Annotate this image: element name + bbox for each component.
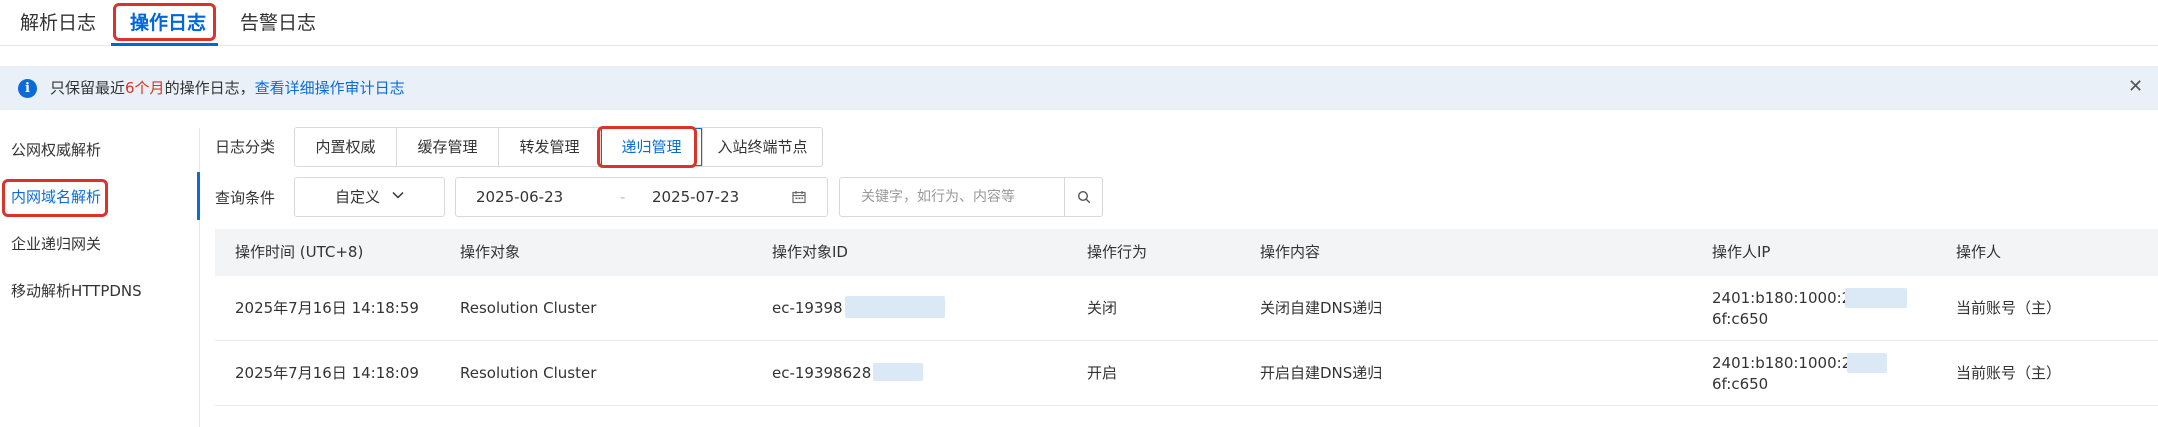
cell-object-id: ec-19398 (772, 299, 843, 317)
column-header: 操作人 (1956, 243, 2002, 261)
highlight-box-category (597, 126, 697, 168)
category-cache-management[interactable]: 缓存管理 (397, 128, 499, 166)
sidebar-active-indicator (197, 172, 200, 220)
search-icon[interactable] (1077, 190, 1091, 204)
cell-time: 2025年7月16日 14:18:59 (235, 299, 419, 317)
table-row: 2025年7月16日 14:18:09 Resolution Cluster e… (215, 341, 2158, 406)
date-range-picker[interactable]: 2025-06-23 - 2025-07-23 (455, 177, 828, 217)
search-box (839, 177, 1103, 217)
column-header: 操作人IP (1712, 243, 1771, 261)
redaction-blur (1847, 353, 1887, 373)
cell-object: Resolution Cluster (460, 299, 597, 317)
tab-alert-log[interactable]: 告警日志 (240, 10, 316, 36)
sidebar: 公网权威解析 内网域名解析 企业递归网关 移动解析HTTPDNS (0, 128, 200, 427)
date-start[interactable]: 2025-06-23 (476, 187, 563, 207)
search-input[interactable] (841, 179, 1063, 215)
redaction-blur (873, 363, 923, 381)
cell-object-id: ec-19398628 (772, 364, 872, 382)
time-range-dropdown[interactable]: 自定义 (294, 177, 445, 217)
search-divider (1064, 178, 1065, 216)
highlight-box-sidebar (2, 179, 108, 217)
log-category-segmented: 内置权威 缓存管理 转发管理 递归管理 入站终端节点 (294, 127, 823, 167)
table-header: 操作时间 (UTC+8) 操作对象 操作对象ID 操作行为 操作内容 操作人IP… (215, 229, 2158, 276)
date-end[interactable]: 2025-07-23 (652, 187, 739, 207)
column-header: 操作内容 (1260, 243, 1321, 261)
log-category-label: 日志分类 (215, 138, 276, 156)
category-forward-management[interactable]: 转发管理 (499, 128, 601, 166)
cell-action: 开启 (1087, 364, 1118, 382)
cell-content: 开启自建DNS递归 (1260, 364, 1383, 382)
notice-highlight: 6个月 (125, 79, 165, 97)
cell-time: 2025年7月16日 14:18:09 (235, 364, 419, 382)
close-icon[interactable]: ✕ (2128, 77, 2143, 97)
sidebar-item-public-authoritative[interactable]: 公网权威解析 (11, 140, 101, 160)
notice-bar: i 只保留最近6个月的操作日志，查看详细操作审计日志 ✕ (0, 66, 2158, 110)
cell-operator: 当前账号（主） (1956, 299, 2062, 317)
sidebar-item-enterprise-gateway[interactable]: 企业递归网关 (11, 234, 101, 254)
redaction-blur (1845, 288, 1907, 308)
cell-operator-ip: 2401:b180:1000:2 6f:c650 (1712, 354, 1852, 393)
column-header: 操作对象 (460, 243, 521, 261)
top-tabs: 解析日志 操作日志 告警日志 (0, 0, 2158, 46)
sidebar-item-httpdns[interactable]: 移动解析HTTPDNS (11, 281, 142, 301)
column-header: 操作对象ID (772, 243, 848, 261)
date-separator: - (620, 188, 626, 206)
redaction-blur (845, 296, 945, 318)
category-inbound-endpoint[interactable]: 入站终端节点 (703, 128, 822, 166)
cell-action: 关闭 (1087, 299, 1118, 317)
notice-text: 只保留最近6个月的操作日志，查看详细操作审计日志 (50, 79, 405, 97)
column-header: 操作时间 (UTC+8) (235, 243, 364, 261)
tab-parse-log[interactable]: 解析日志 (20, 10, 96, 36)
cell-content: 关闭自建DNS递归 (1260, 299, 1383, 317)
chevron-down-icon (392, 191, 404, 199)
cell-object: Resolution Cluster (460, 364, 597, 382)
calendar-icon (792, 191, 806, 204)
category-builtin-authoritative[interactable]: 内置权威 (295, 128, 397, 166)
query-condition-label: 查询条件 (215, 189, 276, 207)
dropdown-value: 自定义 (335, 188, 381, 206)
operation-log-table: 操作时间 (UTC+8) 操作对象 操作对象ID 操作行为 操作内容 操作人IP… (215, 229, 2158, 406)
cell-operator-ip: 2401:b180:1000:2:d 6f:c650 (1712, 289, 1866, 328)
active-tab-underline (111, 43, 218, 46)
info-icon: i (18, 79, 37, 98)
audit-log-link[interactable]: 查看详细操作审计日志 (255, 79, 405, 97)
highlight-box-tab (113, 3, 216, 41)
column-header: 操作行为 (1087, 243, 1148, 261)
table-row: 2025年7月16日 14:18:59 Resolution Cluster e… (215, 276, 2158, 341)
cell-operator: 当前账号（主） (1956, 364, 2062, 382)
